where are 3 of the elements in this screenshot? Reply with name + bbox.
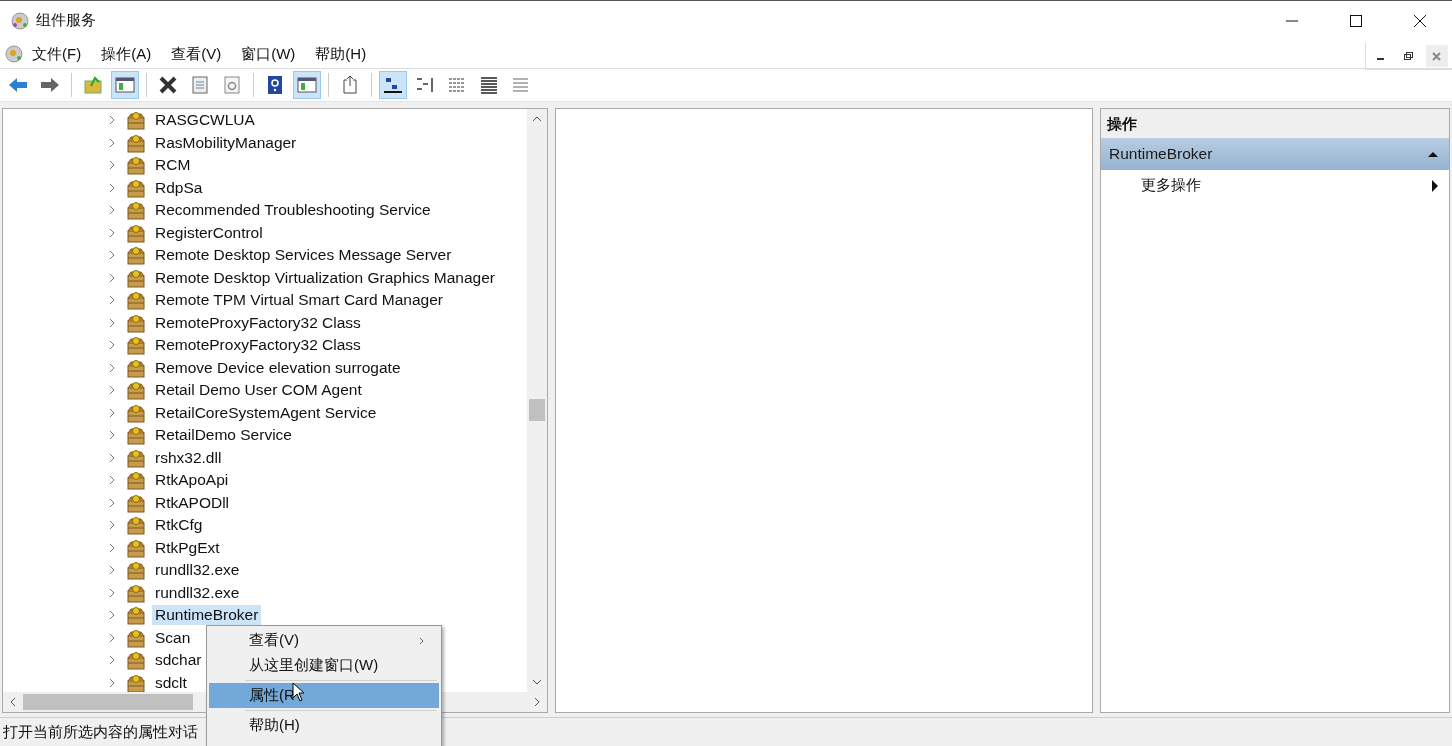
status-text: 打开当前所选内容的属性对话 [3, 722, 198, 742]
window-title: 组件服务 [36, 11, 96, 30]
actions-title: 操作 [1101, 109, 1449, 138]
